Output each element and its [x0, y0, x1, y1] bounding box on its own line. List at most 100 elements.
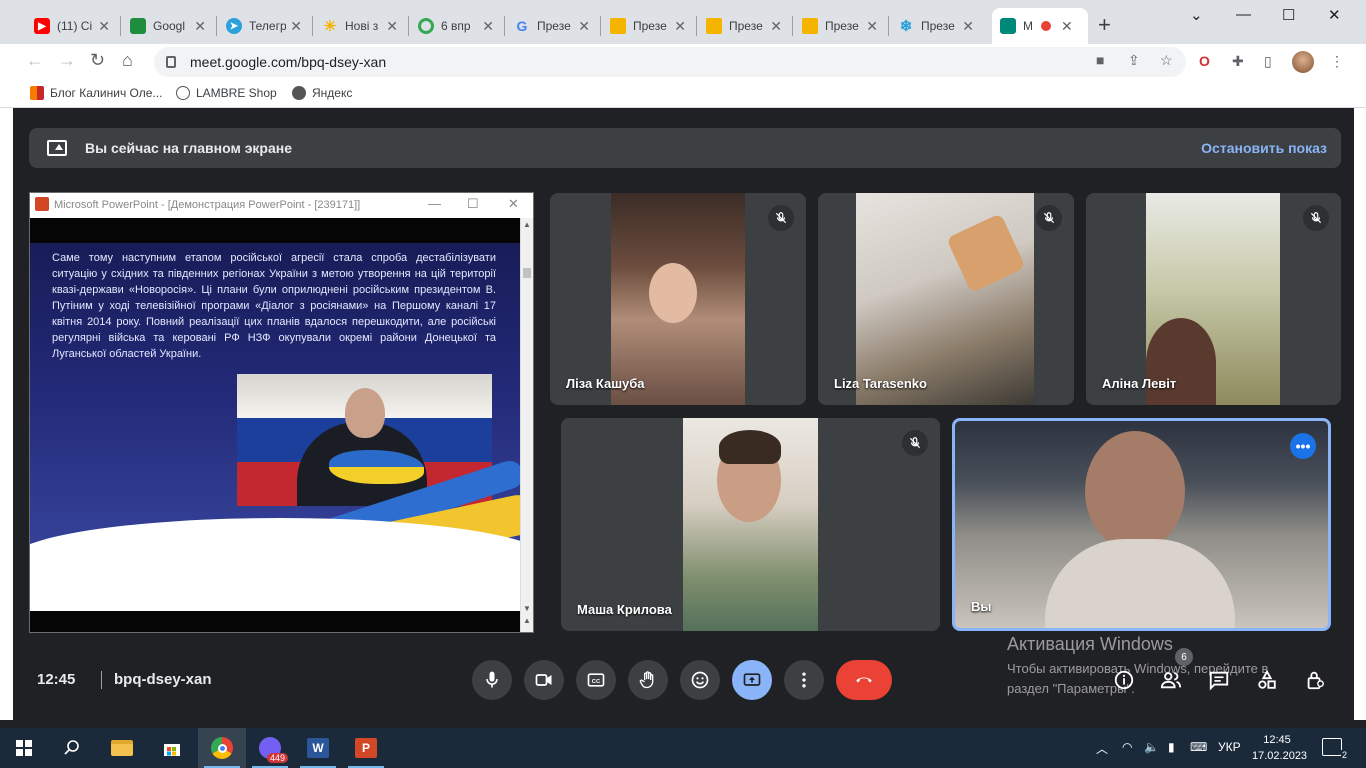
minimize-icon[interactable]: —: [428, 196, 441, 211]
close-icon[interactable]: ✕: [674, 18, 686, 35]
leave-call-button[interactable]: [836, 660, 892, 700]
reload-icon[interactable]: ↻: [90, 50, 105, 71]
tab-news[interactable]: ☀ Нові з ✕: [314, 8, 406, 44]
raise-hand-button[interactable]: [628, 660, 668, 700]
stop-presenting-button[interactable]: Остановить показ: [1201, 140, 1327, 156]
opera-extension-icon[interactable]: O: [1199, 53, 1210, 69]
emoji-button[interactable]: [680, 660, 720, 700]
close-icon[interactable]: ✕: [962, 18, 974, 35]
more-options-button[interactable]: [784, 660, 824, 700]
camera-button[interactable]: [524, 660, 564, 700]
store-button[interactable]: [148, 728, 196, 768]
camera-icon: [535, 674, 552, 686]
meeting-time: 12:45: [37, 671, 76, 688]
clock-date: 17.02.2023: [1252, 750, 1308, 762]
participant-tile[interactable]: Ліза Кашуба: [550, 193, 806, 405]
close-icon[interactable]: ✕: [770, 18, 782, 35]
google-icon: G: [516, 18, 528, 34]
presentation-window: Microsoft PowerPoint - [Демонстрация Pow…: [29, 192, 534, 633]
new-tab-icon[interactable]: +: [1098, 12, 1111, 38]
chevron-up-icon[interactable]: ︿: [1096, 740, 1108, 757]
scroll-thumb[interactable]: [523, 268, 531, 278]
desktop-background-left: [0, 108, 13, 720]
close-icon[interactable]: ✕: [866, 18, 878, 35]
tab-title: Презе: [633, 19, 667, 33]
maximize-icon[interactable]: ☐: [467, 196, 479, 212]
keyboard-icon[interactable]: ⌨: [1190, 740, 1207, 754]
ppt-scrollbar[interactable]: ▲ ▼ ▲: [520, 218, 533, 632]
volume-icon[interactable]: 🔈: [1144, 740, 1159, 754]
browser-tab-strip: ▶ (11) Ci ✕ Googl ✕ ➤ Телегр ✕ ☀ Нові з …: [0, 0, 1366, 44]
share-icon[interactable]: ⇪: [1128, 52, 1140, 69]
scroll-up-icon[interactable]: ▲: [523, 616, 531, 625]
meeting-code[interactable]: bpq-dsey-xan: [114, 671, 212, 688]
close-icon[interactable]: ✕: [508, 196, 519, 212]
avatar[interactable]: [1292, 51, 1314, 73]
participant-tile[interactable]: Аліна Левіт: [1086, 193, 1341, 405]
microphone-tray-icon[interactable]: ▮: [1168, 740, 1175, 754]
chrome-taskbar-button[interactable]: [198, 728, 246, 768]
mic-button[interactable]: [472, 660, 512, 700]
tab-meet-active[interactable]: M ✕: [992, 8, 1088, 44]
participant-tile[interactable]: Маша Крилова: [561, 418, 940, 631]
powerpoint-taskbar-button[interactable]: P: [342, 728, 390, 768]
bookmark-yandex[interactable]: Яндекс: [292, 86, 352, 100]
bookmark-lambre[interactable]: LAMBRE Shop: [176, 86, 277, 100]
language-indicator[interactable]: УКР: [1218, 740, 1241, 754]
maximize-icon[interactable]: ☐: [1282, 6, 1295, 24]
hand-icon: [639, 671, 654, 689]
word-taskbar-button[interactable]: W: [294, 728, 342, 768]
close-icon[interactable]: ✕: [578, 18, 590, 35]
tab-youtube[interactable]: ▶ (11) Ci ✕: [26, 8, 118, 44]
menu-dots-icon[interactable]: ⋮: [1330, 53, 1344, 70]
start-button[interactable]: [0, 728, 48, 768]
chevron-down-icon[interactable]: ⌄: [1190, 6, 1203, 24]
tab-telegram[interactable]: ➤ Телегр ✕: [218, 8, 310, 44]
more-options-icon[interactable]: •••: [1290, 433, 1316, 459]
folder-icon: [111, 740, 133, 756]
close-icon[interactable]: ✕: [194, 18, 206, 35]
snowflake-icon: ❄: [899, 18, 913, 35]
tab-slides-1[interactable]: Презе ✕: [602, 8, 694, 44]
star-icon[interactable]: ☆: [1160, 52, 1173, 69]
windows-taskbar: 449 W P ︿ ◠ 🔈 ▮ ⌨ УКР 12:45 17.02.2023 2: [0, 728, 1366, 768]
tab-exercises[interactable]: 6 впр ✕: [410, 8, 502, 44]
close-icon[interactable]: ✕: [482, 18, 494, 35]
puzzle-icon[interactable]: ✚: [1232, 53, 1244, 70]
windows-logo-icon: [16, 740, 32, 756]
participant-tile[interactable]: Liza Tarasenko: [818, 193, 1074, 405]
close-icon[interactable]: ✕: [290, 18, 302, 35]
minimize-icon[interactable]: —: [1236, 6, 1251, 23]
address-bar[interactable]: meet.google.com/bpq-dsey-xan: [154, 47, 1186, 77]
back-icon[interactable]: ←: [26, 50, 44, 71]
tab-separator: [408, 16, 409, 36]
present-screen-button[interactable]: [732, 660, 772, 700]
scroll-up-icon[interactable]: ▲: [523, 220, 531, 229]
close-icon[interactable]: ✕: [386, 18, 398, 35]
wifi-icon[interactable]: ◠: [1122, 740, 1132, 754]
camera-icon[interactable]: ■: [1096, 52, 1104, 68]
captions-button[interactable]: CC: [576, 660, 616, 700]
tab-presentation[interactable]: ❄ Презе ✕: [890, 8, 982, 44]
tab-slides-3[interactable]: Презе ✕: [794, 8, 886, 44]
sidebar-icon[interactable]: ▯: [1264, 53, 1272, 70]
scroll-down-icon[interactable]: ▼: [523, 604, 531, 613]
self-tile[interactable]: ••• Вы: [952, 418, 1331, 631]
bookmark-blog[interactable]: Блог Калинич Оле...: [30, 86, 162, 100]
viber-taskbar-button[interactable]: 449: [246, 728, 294, 768]
forward-icon[interactable]: →: [58, 50, 76, 71]
store-icon: [164, 744, 180, 756]
notifications-button[interactable]: 2: [1322, 738, 1348, 760]
system-clock[interactable]: 12:45 17.02.2023: [1252, 732, 1308, 764]
tab-slides-2[interactable]: Презе ✕: [698, 8, 790, 44]
home-icon[interactable]: ⌂: [122, 50, 133, 71]
file-explorer-button[interactable]: [98, 728, 146, 768]
close-icon[interactable]: ✕: [1061, 18, 1073, 35]
close-window-icon[interactable]: ✕: [1328, 6, 1341, 24]
close-icon[interactable]: ✕: [98, 18, 110, 35]
search-button[interactable]: [48, 728, 96, 768]
tab-google-search[interactable]: G Презе ✕: [506, 8, 598, 44]
slide-top-bar: [30, 218, 520, 243]
presenting-banner: Вы сейчас на главном экране Остановить п…: [29, 128, 1341, 168]
tab-google-classroom[interactable]: Googl ✕: [122, 8, 214, 44]
